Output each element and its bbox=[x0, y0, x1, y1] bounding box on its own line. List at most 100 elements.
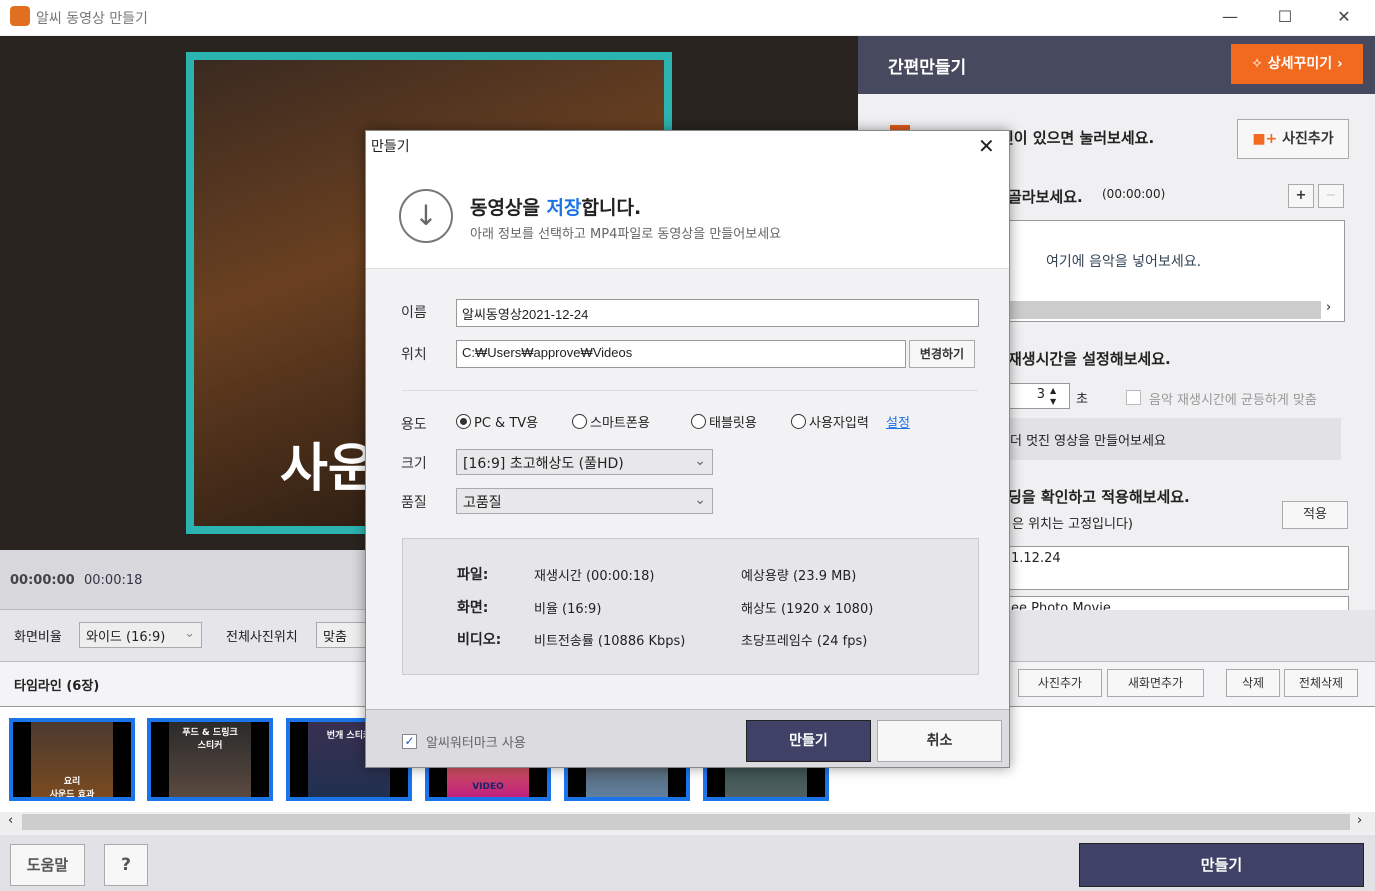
watermark-label: 알씨워터마크 사용 bbox=[426, 736, 526, 751]
size-select[interactable]: [16:9] 초고해상도 (풀HD) ⌄ bbox=[456, 449, 713, 475]
bitrate-info: 비트전송률 (10886 Kbps) bbox=[534, 634, 686, 649]
ratio-value: 와이드 (16:9) bbox=[86, 630, 166, 645]
fps-info: 초당프레임수 (24 fps) bbox=[741, 634, 868, 649]
watermark-checkbox[interactable]: ✓ bbox=[402, 734, 417, 749]
delete-button[interactable]: 삭제 bbox=[1226, 669, 1280, 697]
size-label: 크기 bbox=[401, 456, 427, 472]
location-label: 위치 bbox=[401, 347, 427, 363]
usage-option-label: 사용자입력 bbox=[809, 416, 869, 431]
maximize-button[interactable]: ☐ bbox=[1270, 4, 1300, 30]
chevron-down-icon: ⌄ bbox=[694, 453, 706, 469]
usage-radio-smartphone[interactable]: 스마트폰용 bbox=[572, 412, 650, 431]
dialog-cancel-button[interactable]: 취소 bbox=[877, 720, 1002, 762]
thumb-caption: VIDEO bbox=[472, 782, 504, 792]
stepper-arrows-icon[interactable]: ▲ ▼ bbox=[1050, 385, 1056, 407]
info-box: 파일: 재생시간 (00:00:18) 예상용량 (23.9 MB) 화면: 비… bbox=[402, 538, 979, 675]
detail-edit-button[interactable]: ✧ 상세꾸미기 › bbox=[1231, 44, 1363, 84]
position-label: 전체사진위치 bbox=[226, 630, 298, 645]
size-estimate: 예상용량 (23.9 MB) bbox=[741, 569, 857, 584]
timeline-add-photo-button[interactable]: 사진추가 bbox=[1018, 669, 1102, 697]
preview-overlay-text: 사운 bbox=[280, 439, 376, 499]
divider bbox=[402, 390, 978, 391]
usage-setting-link[interactable]: 설정 bbox=[886, 412, 910, 431]
make-dialog: 만들기 ✕ ↓ 동영상을 저장합니다. 아래 정보를 선택하고 MP4파일로 동… bbox=[365, 130, 1010, 768]
duration-info: 재생시간 (00:00:18) bbox=[534, 569, 655, 584]
thumb-caption: 푸드 & 드링크 스티커 bbox=[182, 728, 238, 751]
delete-all-button[interactable]: 전체삭제 bbox=[1284, 669, 1358, 697]
chevron-right-icon: › bbox=[1332, 56, 1343, 72]
minimize-button[interactable]: — bbox=[1215, 4, 1245, 30]
apply-button[interactable]: 적용 bbox=[1282, 501, 1348, 529]
make-video-button[interactable]: 만들기 bbox=[1079, 843, 1364, 887]
duration-unit: 초 bbox=[1076, 392, 1088, 407]
title-bar bbox=[0, 0, 1375, 35]
app-icon bbox=[10, 6, 30, 26]
change-location-button[interactable]: 변경하기 bbox=[909, 340, 975, 368]
timeline-title: 타임라인 (6장) bbox=[14, 679, 100, 694]
dialog-close-button[interactable]: ✕ bbox=[978, 134, 995, 158]
heading-post: 합니다. bbox=[581, 197, 642, 219]
total-time: 00:00:18 bbox=[84, 573, 143, 588]
scrollbar-thumb[interactable] bbox=[22, 814, 1350, 830]
remove-music-button[interactable]: − bbox=[1318, 184, 1344, 208]
duration-stepper[interactable]: 3 bbox=[1008, 383, 1070, 409]
dialog-subheading: 아래 정보를 선택하고 MP4파일로 동영상을 만들어보세요 bbox=[470, 227, 782, 242]
duration-value: 3 bbox=[1036, 387, 1045, 402]
duration-title: 재생시간을 설정해보세요. bbox=[1008, 350, 1171, 368]
opening-title: 딩을 확인하고 적용해보세요. bbox=[1008, 488, 1190, 506]
magic-wand-icon: ✧ bbox=[1251, 56, 1268, 72]
add-photo-icon: ■+ bbox=[1252, 131, 1283, 147]
thumb-caption: 요리 사운드 효과 bbox=[49, 777, 95, 800]
ratio-select[interactable]: 와이드 (16:9) ⌄ bbox=[79, 622, 202, 648]
question-button[interactable]: ? bbox=[104, 844, 148, 886]
heading-pre: 동영상을 bbox=[470, 197, 547, 219]
usage-radio-tablet[interactable]: 태블릿용 bbox=[691, 412, 757, 431]
detail-edit-label: 상세꾸미기 bbox=[1267, 56, 1333, 72]
title-text-field[interactable]: 1.12.24 bbox=[1008, 546, 1349, 590]
scroll-left-icon[interactable]: ‹ bbox=[8, 813, 13, 828]
radio-icon bbox=[791, 414, 806, 429]
add-new-screen-button[interactable]: 새화면추가 bbox=[1107, 669, 1204, 697]
location-input[interactable]: C:₩Users₩approve₩Videos bbox=[456, 340, 906, 368]
quality-select[interactable]: 고품질 ⌄ bbox=[456, 488, 713, 514]
dialog-header bbox=[366, 131, 1009, 269]
close-button[interactable]: ✕ bbox=[1329, 4, 1359, 30]
usage-option-label: 태블릿용 bbox=[709, 416, 757, 431]
window-title: 알씨 동영상 만들기 bbox=[36, 11, 148, 27]
heading-accent: 저장 bbox=[546, 197, 582, 219]
add-photo-button[interactable]: ■+ 사진추가 bbox=[1237, 119, 1349, 159]
radio-selected-icon bbox=[456, 414, 471, 429]
scroll-right-icon[interactable]: › bbox=[1357, 813, 1362, 828]
resolution-info: 해상도 (1920 x 1080) bbox=[741, 602, 874, 617]
opening-note: 은 위치는 고정입니다) bbox=[1012, 517, 1133, 532]
photo-hint: 진이 있으면 눌러보세요. bbox=[1000, 129, 1155, 147]
timeline-thumb[interactable]: 푸드 & 드링크 스티커 bbox=[147, 718, 273, 801]
current-time: 00:00:00 bbox=[10, 573, 75, 588]
scroll-right-icon[interactable]: › bbox=[1326, 300, 1331, 315]
chevron-down-icon: ⌄ bbox=[694, 492, 706, 508]
download-icon: ↓ bbox=[399, 189, 453, 243]
usage-radio-custom[interactable]: 사용자입력 bbox=[791, 412, 869, 431]
usage-label: 용도 bbox=[401, 417, 427, 433]
dialog-heading: 동영상을 저장합니다. bbox=[470, 193, 641, 220]
usage-radio-pc-tv[interactable]: PC & TV용 bbox=[456, 412, 538, 431]
usage-option-label: 스마트폰용 bbox=[590, 416, 650, 431]
radio-icon bbox=[691, 414, 706, 429]
fit-music-checkbox[interactable] bbox=[1126, 390, 1141, 405]
radio-icon bbox=[572, 414, 587, 429]
tip-text: 더 멋진 영상을 만들어보세요 bbox=[1010, 434, 1166, 449]
music-scrollbar[interactable] bbox=[1009, 301, 1321, 319]
chevron-down-icon: ⌄ bbox=[184, 626, 195, 641]
add-photo-label: 사진추가 bbox=[1282, 131, 1334, 147]
screen-label: 화면: bbox=[457, 600, 489, 616]
help-button[interactable]: 도움말 bbox=[10, 844, 85, 886]
usage-option-label: PC & TV용 bbox=[474, 416, 539, 431]
music-hint: 골라보세요. bbox=[1008, 188, 1083, 206]
timeline-thumb[interactable]: 요리 사운드 효과 bbox=[9, 718, 135, 801]
video-label: 비디오: bbox=[457, 632, 502, 648]
dialog-title: 만들기 bbox=[371, 139, 410, 155]
name-input[interactable]: 알씨동영상2021-12-24 bbox=[456, 299, 979, 327]
quality-value: 고품질 bbox=[463, 495, 502, 511]
add-music-button[interactable]: + bbox=[1288, 184, 1314, 208]
dialog-make-button[interactable]: 만들기 bbox=[746, 720, 871, 762]
